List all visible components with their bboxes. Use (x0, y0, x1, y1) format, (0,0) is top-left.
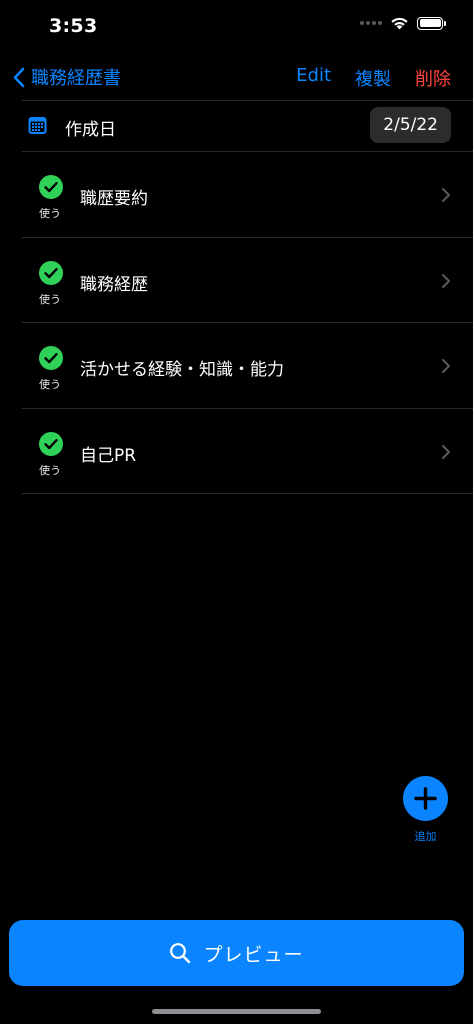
add-button-label: 追加 (414, 830, 437, 843)
section-status-label: 使う (39, 464, 61, 477)
back-button-label: 職務経歴書 (31, 68, 121, 89)
checkmark-circle-icon (39, 432, 63, 456)
checkmark-circle-icon (39, 175, 63, 199)
status-bar: 3:53 (0, 0, 473, 54)
creation-date-row: 作成日 2/5/22 (0, 101, 473, 151)
section-row-summary[interactable]: 使う 職歴要約 (0, 152, 473, 237)
navigation-bar: 職務経歴書 Edit 複製 削除 (0, 54, 473, 100)
section-title: 職歴要約 (80, 189, 148, 209)
battery-icon (417, 16, 446, 30)
section-status-label: 使う (39, 293, 61, 306)
section-row-skills[interactable]: 使う 活かせる経験・知識・能力 (0, 323, 473, 408)
section-status-label: 使う (39, 207, 61, 220)
section-title: 活かせる経験・知識・能力 (80, 360, 284, 380)
checkmark-circle-icon (39, 346, 63, 370)
calendar-icon (28, 117, 47, 134)
preview-button[interactable]: プレビュー (9, 920, 464, 986)
section-title: 職務経歴 (80, 275, 148, 295)
status-indicators (360, 16, 446, 30)
divider (22, 493, 473, 494)
creation-date-label: 作成日 (65, 120, 116, 140)
preview-button-label: プレビュー (203, 943, 304, 966)
plus-icon (414, 787, 437, 810)
chevron-right-icon (442, 445, 450, 459)
section-title: 自己PR (80, 446, 137, 466)
duplicate-button[interactable]: 複製 (355, 65, 391, 91)
edit-button[interactable]: Edit (296, 65, 331, 91)
status-time: 3:53 (49, 15, 98, 37)
search-icon (170, 943, 191, 964)
screen: 3:53 職務経歴書 Edit 複製 削除 作成日 2/5/22 使う 職歴要約… (0, 0, 473, 1024)
creation-date-picker[interactable]: 2/5/22 (370, 107, 451, 143)
cellular-signal-icon (360, 21, 382, 25)
section-status-label: 使う (39, 378, 61, 391)
back-button[interactable]: 職務経歴書 (12, 64, 121, 90)
home-indicator[interactable] (152, 1009, 321, 1014)
chevron-right-icon (442, 274, 450, 288)
section-row-self-pr[interactable]: 使う 自己PR (0, 409, 473, 494)
wifi-icon (391, 17, 408, 30)
delete-button[interactable]: 削除 (415, 65, 451, 91)
chevron-right-icon (442, 359, 450, 373)
nav-actions: Edit 複製 削除 (296, 65, 451, 91)
add-button[interactable] (403, 776, 448, 821)
chevron-left-icon (13, 67, 25, 87)
checkmark-circle-icon (39, 261, 63, 285)
chevron-right-icon (442, 188, 450, 202)
section-row-work-history[interactable]: 使う 職務経歴 (0, 238, 473, 323)
